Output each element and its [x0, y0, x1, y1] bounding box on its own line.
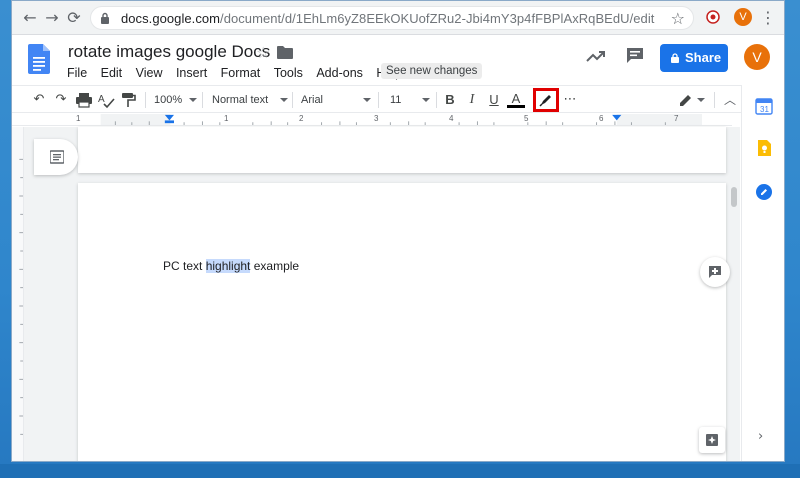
- page-current[interactable]: PC text highlight example: [78, 183, 726, 461]
- undo-icon[interactable]: ↶: [30, 91, 48, 109]
- menu-bar: File Edit View Insert Format Tools Add-o…: [67, 64, 411, 80]
- url-host: docs.google.com: [121, 11, 221, 26]
- menu-insert[interactable]: Insert: [176, 66, 207, 80]
- browser-window: ← → ⟳ docs.google.com/document/d/1EhLm6y…: [11, 0, 785, 462]
- scrollbar-thumb[interactable]: [731, 187, 737, 207]
- toolbar-divider: [202, 92, 203, 108]
- chevron-down-icon: [697, 98, 705, 102]
- toolbar-divider: [714, 92, 715, 108]
- highlighted-text: highlight: [205, 259, 251, 273]
- underline-button[interactable]: U: [485, 91, 503, 109]
- calendar-icon[interactable]: 31: [755, 97, 773, 115]
- browser-profile-avatar[interactable]: V: [734, 8, 752, 26]
- see-new-changes-button[interactable]: See new changes: [381, 63, 483, 79]
- svg-text:31: 31: [760, 105, 769, 114]
- formatting-toolbar: ↶ ↷ A 100% Normal text Arial 11 B I U A: [12, 85, 784, 113]
- document-paragraph[interactable]: PC text highlight example: [163, 259, 299, 273]
- text-color-button[interactable]: A: [507, 91, 525, 108]
- activity-trend-icon[interactable]: [586, 49, 606, 63]
- editing-mode-pencil-icon[interactable]: [677, 91, 695, 109]
- collapse-menus-chevron-icon[interactable]: ︿: [724, 91, 736, 108]
- vertical-ruler[interactable]: [12, 127, 24, 462]
- redo-icon[interactable]: ↷: [52, 91, 70, 109]
- bookmark-star-icon[interactable]: ☆: [671, 9, 685, 28]
- bold-button[interactable]: B: [441, 91, 459, 109]
- print-icon[interactable]: [75, 91, 93, 109]
- highlight-callout-box: [533, 88, 559, 112]
- docs-header: rotate images google Docs ☆ File Edit Vi…: [12, 35, 784, 83]
- folder-icon[interactable]: [277, 46, 293, 59]
- menu-addons[interactable]: Add-ons: [316, 66, 363, 80]
- docs-logo-icon[interactable]: [28, 44, 50, 74]
- menu-view[interactable]: View: [136, 66, 163, 80]
- share-button[interactable]: Share: [660, 44, 728, 72]
- explore-icon: [706, 434, 718, 446]
- outline-list-icon: [50, 150, 64, 164]
- url-text: docs.google.com/document/d/1EhLm6yZ8EEkO…: [121, 11, 654, 26]
- menu-tools[interactable]: Tools: [274, 66, 303, 80]
- add-comment-button[interactable]: [700, 257, 730, 287]
- share-label: Share: [685, 50, 722, 65]
- text-before: PC text: [163, 259, 206, 273]
- tasks-icon[interactable]: [755, 183, 773, 201]
- chevron-down-icon: [363, 98, 371, 102]
- kebab-menu-icon[interactable]: ⋮: [760, 8, 776, 28]
- paragraph-style-select[interactable]: Normal text: [212, 92, 268, 108]
- chevron-down-icon: [189, 98, 197, 102]
- toolbar-divider: [145, 92, 146, 108]
- svg-text:A: A: [98, 94, 105, 105]
- document-canvas[interactable]: PC text highlight example: [24, 127, 740, 461]
- reload-icon[interactable]: ⟳: [64, 8, 84, 28]
- expand-side-panel-chevron-icon[interactable]: ›: [758, 429, 763, 444]
- toolbar-divider: [378, 92, 379, 108]
- url-path: /document/d/1EhLm6yZ8EEkOKUofZRu2-Jbi4mY…: [220, 11, 655, 26]
- spellcheck-icon[interactable]: A: [97, 91, 115, 109]
- italic-button[interactable]: I: [463, 91, 481, 109]
- back-arrow-icon[interactable]: ←: [20, 8, 40, 28]
- text-after: example: [250, 259, 300, 273]
- keep-icon[interactable]: [755, 139, 773, 157]
- side-panel: 31 ›: [741, 85, 784, 461]
- lock-icon: [671, 53, 679, 63]
- document-title[interactable]: rotate images google Docs: [68, 42, 270, 62]
- document-outline-button[interactable]: [34, 139, 78, 175]
- add-comment-icon: [709, 266, 721, 278]
- forward-arrow-icon[interactable]: →: [42, 8, 62, 28]
- menu-format[interactable]: Format: [221, 66, 261, 80]
- extension-icon[interactable]: [706, 10, 720, 24]
- horizontal-ruler[interactable]: [12, 114, 732, 126]
- more-options-icon[interactable]: ⋯: [561, 91, 579, 109]
- comment-history-icon[interactable]: [626, 47, 644, 64]
- toolbar-divider: [292, 92, 293, 108]
- avatar[interactable]: V: [744, 44, 770, 70]
- menu-edit[interactable]: Edit: [101, 66, 123, 80]
- taskbar: [0, 464, 800, 478]
- address-bar[interactable]: docs.google.com/document/d/1EhLm6yZ8EEkO…: [90, 6, 694, 30]
- font-size-select[interactable]: 11: [390, 92, 401, 108]
- paint-format-icon[interactable]: [119, 91, 137, 109]
- menu-file[interactable]: File: [67, 66, 87, 80]
- browser-toolbar: ← → ⟳ docs.google.com/document/d/1EhLm6y…: [12, 1, 784, 35]
- explore-button[interactable]: [699, 427, 725, 453]
- font-family-select[interactable]: Arial: [301, 92, 323, 108]
- chevron-down-icon: [422, 98, 430, 102]
- toolbar-divider: [436, 92, 437, 108]
- chevron-down-icon: [280, 98, 288, 102]
- page-previous[interactable]: [78, 127, 726, 173]
- lock-icon: [101, 12, 109, 24]
- star-icon[interactable]: ☆: [256, 43, 270, 62]
- zoom-select[interactable]: 100%: [154, 92, 182, 108]
